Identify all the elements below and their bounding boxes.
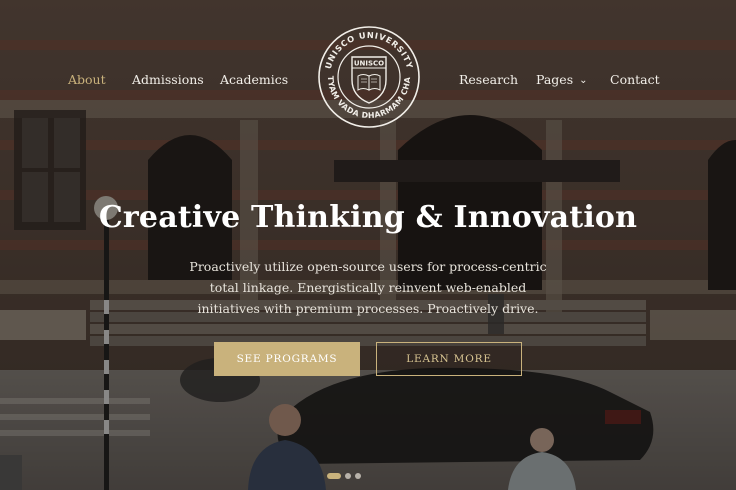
nav-item-contact[interactable]: Contact (610, 72, 660, 87)
nav-item-research[interactable]: Research (459, 72, 518, 87)
slider-dot-1[interactable] (327, 473, 341, 479)
chevron-down-icon: ⌄ (579, 75, 588, 86)
hero-subtext: Proactively utilize open-source users fo… (189, 259, 547, 316)
hero-headline: Creative Thinking & Innovation (98, 200, 638, 235)
nav-item-pages-label: Pages (536, 72, 574, 87)
hero-section: About Admissions Academics Research Page… (0, 0, 736, 490)
nav-item-pages[interactable]: Pages ⌄ (536, 72, 588, 87)
slider-dot-3[interactable] (355, 473, 361, 479)
nav-item-academics[interactable]: Academics (220, 72, 288, 87)
university-logo[interactable]: UNISCO UNIVERSITY SATYAM VADA DHARMAM CH… (313, 17, 422, 130)
logo-badge-text: UNISCO (354, 60, 384, 68)
see-programs-button[interactable]: SEE PROGRAMS (214, 342, 360, 376)
learn-more-button[interactable]: LEARN MORE (376, 342, 522, 376)
slider-dot-2[interactable] (345, 473, 351, 479)
nav-item-admissions[interactable]: Admissions (132, 72, 204, 87)
nav-item-about[interactable]: About (68, 72, 106, 87)
slider-pagination (327, 473, 361, 479)
